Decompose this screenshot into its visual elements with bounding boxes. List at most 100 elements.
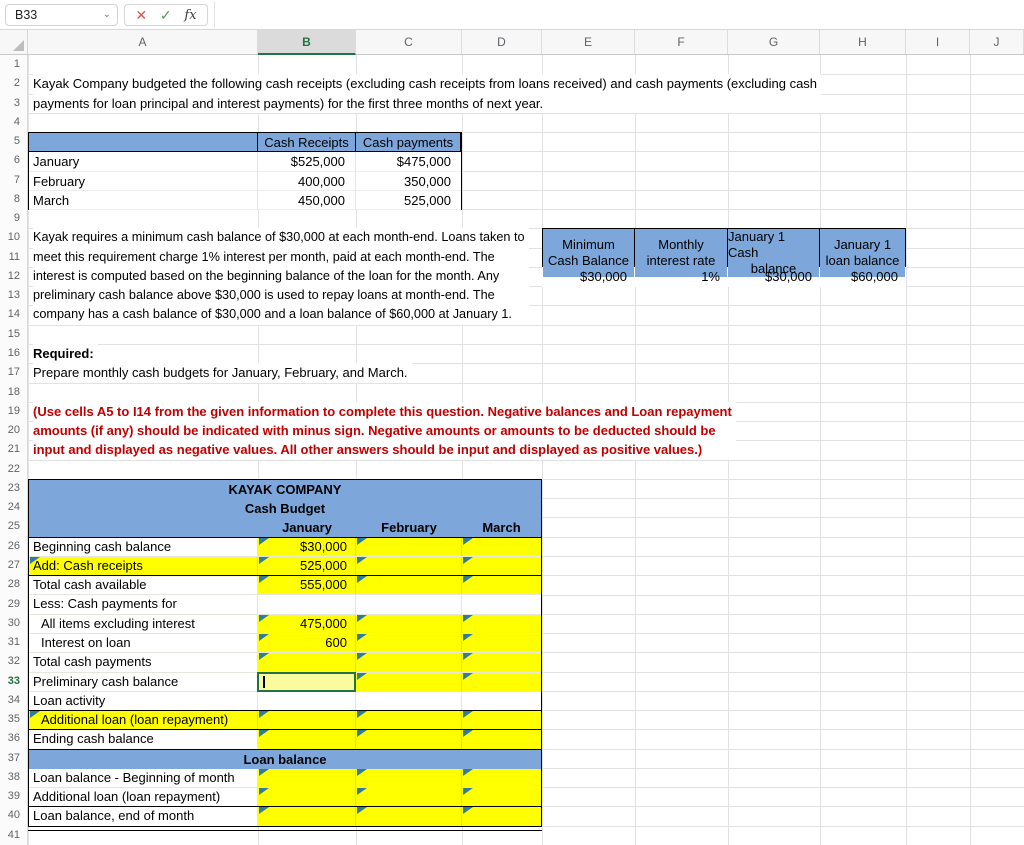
- note-line: interest is computed based on the beginn…: [33, 268, 500, 283]
- confirm-icon[interactable]: ✓: [160, 7, 172, 24]
- row-header-32[interactable]: 32: [0, 652, 27, 671]
- row-header-20[interactable]: 20: [0, 421, 27, 440]
- row-header-8[interactable]: 8: [0, 190, 27, 209]
- row-header-31[interactable]: 31: [0, 633, 27, 652]
- row-header-33[interactable]: 33: [0, 672, 27, 691]
- payments-value: 525,000: [356, 191, 461, 211]
- input-cell-C39[interactable]: [356, 788, 462, 807]
- input-cell-C40[interactable]: [356, 807, 462, 826]
- input-cell-C26[interactable]: [356, 537, 462, 556]
- chevron-down-icon[interactable]: ⌄: [103, 10, 111, 20]
- row-header-17[interactable]: 17: [0, 363, 27, 382]
- input-cell-B31[interactable]: 600: [258, 633, 356, 653]
- row-header-10[interactable]: 10: [0, 228, 27, 247]
- column-header-E[interactable]: E: [542, 30, 635, 54]
- row-header-22[interactable]: 22: [0, 460, 27, 479]
- row-header-39[interactable]: 39: [0, 787, 27, 806]
- row-header-26[interactable]: 26: [0, 537, 27, 556]
- input-cell-D30[interactable]: [462, 614, 541, 633]
- input-cell-D31[interactable]: [462, 633, 541, 653]
- row-header-34[interactable]: 34: [0, 691, 27, 710]
- row-header-24[interactable]: 24: [0, 498, 27, 517]
- row-header-4[interactable]: 4: [0, 113, 27, 132]
- input-cell-D33[interactable]: [462, 672, 541, 691]
- input-cell-C33[interactable]: [356, 672, 462, 691]
- row-header-38[interactable]: 38: [0, 768, 27, 787]
- input-cell-D27[interactable]: [462, 556, 541, 576]
- input-cell-D38[interactable]: [462, 768, 541, 788]
- column-header-G[interactable]: G: [728, 30, 820, 54]
- input-cell-C30[interactable]: [356, 614, 462, 633]
- row-header-23[interactable]: 23: [0, 479, 27, 498]
- select-all-corner[interactable]: [0, 30, 28, 54]
- name-box-value: B33: [15, 8, 38, 22]
- row-header-5[interactable]: 5: [0, 132, 27, 151]
- active-edit-cell[interactable]: [257, 671, 356, 692]
- column-header-A[interactable]: A: [28, 30, 258, 54]
- input-cell-B27[interactable]: 525,000: [258, 556, 356, 576]
- row-header-36[interactable]: 36: [0, 729, 27, 748]
- formula-input[interactable]: [214, 2, 1020, 28]
- row-header-1[interactable]: 1: [0, 55, 27, 74]
- row-header-25[interactable]: 25: [0, 517, 27, 536]
- input-cell-C38[interactable]: [356, 768, 462, 788]
- row-header-29[interactable]: 29: [0, 595, 27, 614]
- input-cell-C27[interactable]: [356, 556, 462, 576]
- input-cell-D32[interactable]: [462, 653, 541, 672]
- row-header-30[interactable]: 30: [0, 614, 27, 633]
- row-header-18[interactable]: 18: [0, 383, 27, 402]
- row-header-35[interactable]: 35: [0, 710, 27, 729]
- input-cell-D35[interactable]: [462, 711, 541, 730]
- row-header-12[interactable]: 12: [0, 267, 27, 286]
- row-header-27[interactable]: 27: [0, 556, 27, 575]
- row-header-2[interactable]: 2: [0, 74, 27, 93]
- row-header-19[interactable]: 19: [0, 402, 27, 421]
- input-cell-D39[interactable]: [462, 788, 541, 807]
- column-header-H[interactable]: H: [820, 30, 906, 54]
- input-cell-B40[interactable]: [258, 807, 356, 826]
- input-cell-B35[interactable]: [258, 711, 356, 730]
- input-cell-D36[interactable]: [462, 730, 541, 749]
- gridline: [28, 324, 1024, 326]
- input-cell-D40[interactable]: [462, 807, 541, 826]
- input-cell-D26[interactable]: [462, 537, 541, 556]
- row-header-16[interactable]: 16: [0, 344, 27, 363]
- input-cell-C31[interactable]: [356, 633, 462, 653]
- note-paragraph: Kayak requires a minimum cash balance of…: [33, 228, 529, 325]
- input-cell-B28[interactable]: 555,000: [258, 576, 356, 595]
- row-header-6[interactable]: 6: [0, 151, 27, 170]
- cancel-icon[interactable]: ✕: [135, 7, 147, 24]
- column-header-J[interactable]: J: [970, 30, 1024, 54]
- input-cell-B32[interactable]: [258, 653, 356, 672]
- row-header-9[interactable]: 9: [0, 209, 27, 228]
- row-header-21[interactable]: 21: [0, 440, 27, 459]
- input-cell-B26[interactable]: $30,000: [258, 537, 356, 556]
- input-cell-B36[interactable]: [258, 730, 356, 749]
- input-cell-C36[interactable]: [356, 730, 462, 749]
- column-header-F[interactable]: F: [635, 30, 728, 54]
- input-cell-D28[interactable]: [462, 576, 541, 595]
- input-cell-B39[interactable]: [258, 788, 356, 807]
- column-header-B[interactable]: B: [258, 30, 356, 55]
- row-header-7[interactable]: 7: [0, 171, 27, 190]
- row-header-15[interactable]: 15: [0, 325, 27, 344]
- input-cell-C35[interactable]: [356, 711, 462, 730]
- selected-cell-B33[interactable]: [257, 671, 356, 692]
- input-cell-C32[interactable]: [356, 653, 462, 672]
- row-header-11[interactable]: 11: [0, 248, 27, 267]
- input-cell-C28[interactable]: [356, 576, 462, 595]
- row-header-14[interactable]: 14: [0, 305, 27, 324]
- row-header-37[interactable]: 37: [0, 749, 27, 768]
- column-header-I[interactable]: I: [906, 30, 970, 54]
- row-header-13[interactable]: 13: [0, 286, 27, 305]
- row-header-3[interactable]: 3: [0, 94, 27, 113]
- row-header-28[interactable]: 28: [0, 575, 27, 594]
- input-cell-B38[interactable]: [258, 768, 356, 788]
- name-box[interactable]: B33 ⌄: [5, 4, 118, 26]
- row-header-41[interactable]: 41: [0, 826, 27, 845]
- row-header-40[interactable]: 40: [0, 806, 27, 825]
- input-cell-B30[interactable]: 475,000: [258, 614, 356, 633]
- column-header-C[interactable]: C: [356, 30, 462, 54]
- column-header-D[interactable]: D: [462, 30, 542, 54]
- function-icon[interactable]: fx: [184, 8, 196, 23]
